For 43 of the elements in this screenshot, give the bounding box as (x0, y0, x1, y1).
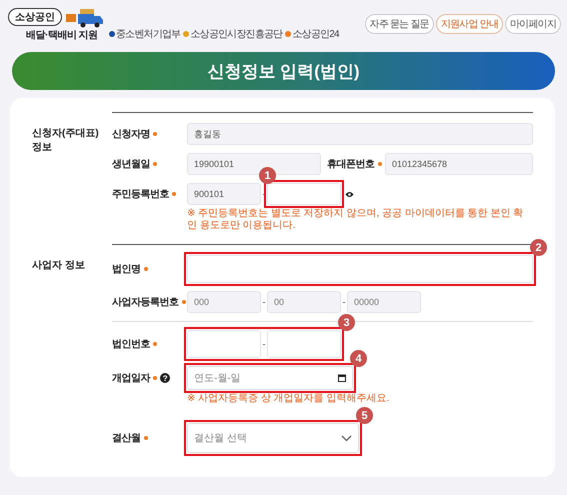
page-title: 신청정보 입력(법인) (207, 60, 360, 82)
header-button[interactable]: 지원사업 안내 (436, 14, 503, 34)
input-field[interactable]: 900101 (187, 183, 261, 205)
input-field[interactable]: 홍길동 (187, 123, 533, 145)
eye-icon[interactable] (345, 190, 354, 198)
select-field[interactable]: 결산월 선택 (187, 423, 359, 453)
agency-logo: 중소벤처기업부 (109, 27, 180, 41)
notice-text: ※ 사업자등록증 상 개업일자를 입력해주세요. (187, 393, 390, 405)
logo-badge: 소상공인 (8, 8, 62, 26)
input-field[interactable] (187, 255, 533, 283)
step-badge: 5 (356, 407, 373, 424)
input-field[interactable]: 01012345678 (385, 153, 533, 175)
step-badge: 3 (338, 314, 355, 331)
field-label: 법인번호 (112, 337, 187, 351)
input-field[interactable] (267, 183, 341, 205)
field-label: 결산월 (112, 431, 187, 445)
header-button[interactable]: 자주 묻는 질문 (364, 14, 434, 34)
field-label: 주민등록번호 (112, 187, 187, 201)
section-title: 사업자 정보 (32, 259, 86, 273)
agency-logo: 소상공인시장진흥공단 (183, 27, 282, 41)
logo-title: 배달·택배비 지원 (25, 29, 99, 42)
date-field[interactable]: 연도-월-일 (187, 366, 353, 390)
step-badge: 4 (350, 350, 367, 367)
input-field[interactable] (267, 330, 341, 358)
input-field[interactable]: 000 (187, 291, 261, 313)
notice-text: ※ 주민등록번호는 별도로 저장하지 않으며, 공공 마이데이터를 통한 본인 확인 용도로만 이용됩니다. (187, 208, 524, 232)
chevron-down-icon[interactable] (341, 434, 352, 442)
field-label: 생년월일 (112, 157, 187, 171)
field-label: 신청자명 (112, 127, 187, 141)
field-label: 휴대폰번호 (321, 157, 385, 171)
section-title: 신청자(주대표) 정보 (32, 127, 100, 155)
input-field[interactable]: 00 (267, 291, 341, 313)
truck-icon (64, 6, 104, 28)
input-field[interactable]: 00000 (347, 291, 421, 313)
input-field[interactable] (187, 330, 261, 358)
header-button[interactable]: 마이페이지 (504, 14, 561, 34)
help-icon[interactable]: ? (160, 373, 170, 383)
agency-logo: 소상공인24 (285, 27, 339, 41)
calendar-icon[interactable] (338, 374, 346, 382)
step-badge: 2 (530, 239, 547, 256)
field-label: 개업일자 ? (112, 371, 187, 385)
field-label: 법인명 (112, 262, 187, 276)
field-label: 사업자등록번호 (112, 295, 187, 309)
